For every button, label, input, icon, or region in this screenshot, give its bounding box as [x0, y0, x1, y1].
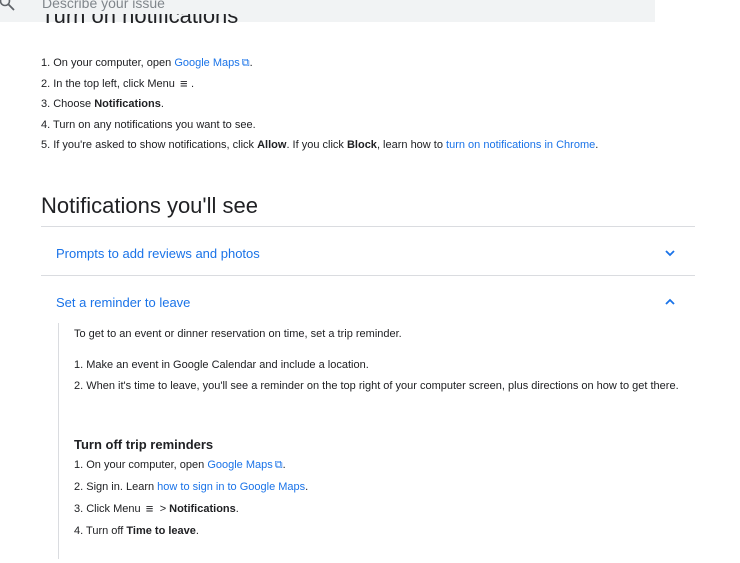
search-input[interactable]: [40, 0, 544, 12]
chevron-down-icon: [665, 250, 675, 257]
reminder-intro: To get to an event or dinner reservation…: [74, 328, 402, 340]
list-item: 3. Click Menu ≡ > Notifications.: [74, 498, 308, 520]
list-item: 4. Turn on any notifications you want to…: [41, 118, 256, 131]
turn-off-steps-list: 1. On your computer, open Google Maps ⧉. …: [74, 454, 308, 542]
chevron-right-icon: >: [159, 503, 167, 515]
external-link-icon: ⧉: [241, 57, 250, 69]
section-title: Notifications you'll see: [41, 193, 258, 218]
list-item: 3. Choose Notifications.: [41, 98, 164, 110]
accordion-reminder-to-leave[interactable]: Set a reminder to leave: [41, 282, 695, 324]
accordion-panel: To get to an event or dinner reservation…: [58, 323, 689, 559]
sign-in-help-link[interactable]: how to sign in to Google Maps: [157, 481, 305, 493]
search-icon[interactable]: [0, 0, 16, 12]
page-heading-cropped: Turn on notifications: [41, 14, 239, 28]
chrome-notifications-link[interactable]: turn on notifications in Chrome: [446, 139, 595, 151]
list-item: 2. Sign in. Learn how to sign in to Goog…: [74, 481, 309, 493]
google-maps-link[interactable]: Google Maps: [174, 57, 239, 69]
list-item: 1. Make an event in Google Calendar and …: [74, 359, 369, 371]
external-link-icon: ⧉: [274, 459, 283, 471]
turn-off-heading: Turn off trip reminders: [74, 437, 214, 452]
list-item: 1. On your computer, open Google Maps ⧉.: [74, 459, 286, 471]
list-item: 1. On your computer, open Google Maps ⧉.: [41, 57, 253, 69]
list-item: 5. If you're asked to show notifications…: [41, 139, 599, 151]
accordion-reviews-photos[interactable]: Prompts to add reviews and photos: [41, 233, 695, 275]
divider: [41, 226, 695, 227]
accordion-label: Prompts to add reviews and photos: [56, 246, 260, 261]
list-item: 4. Turn off Time to leave.: [74, 525, 199, 537]
menu-icon: ≡: [145, 501, 154, 516]
divider: [41, 275, 695, 276]
list-item: 2. When it's time to leave, you'll see a…: [74, 379, 679, 392]
reminder-steps-list: 1. Make an event in Google Calendar and …: [74, 355, 684, 394]
list-item: 2. In the top left, click Menu ≡.: [41, 75, 195, 91]
accordion-label: Set a reminder to leave: [56, 295, 191, 310]
chevron-up-icon: [665, 298, 675, 305]
turn-on-steps-list: 1. On your computer, open Google Maps ⧉. …: [41, 53, 598, 156]
menu-icon: ≡: [179, 75, 188, 91]
google-maps-link[interactable]: Google Maps: [207, 459, 272, 471]
